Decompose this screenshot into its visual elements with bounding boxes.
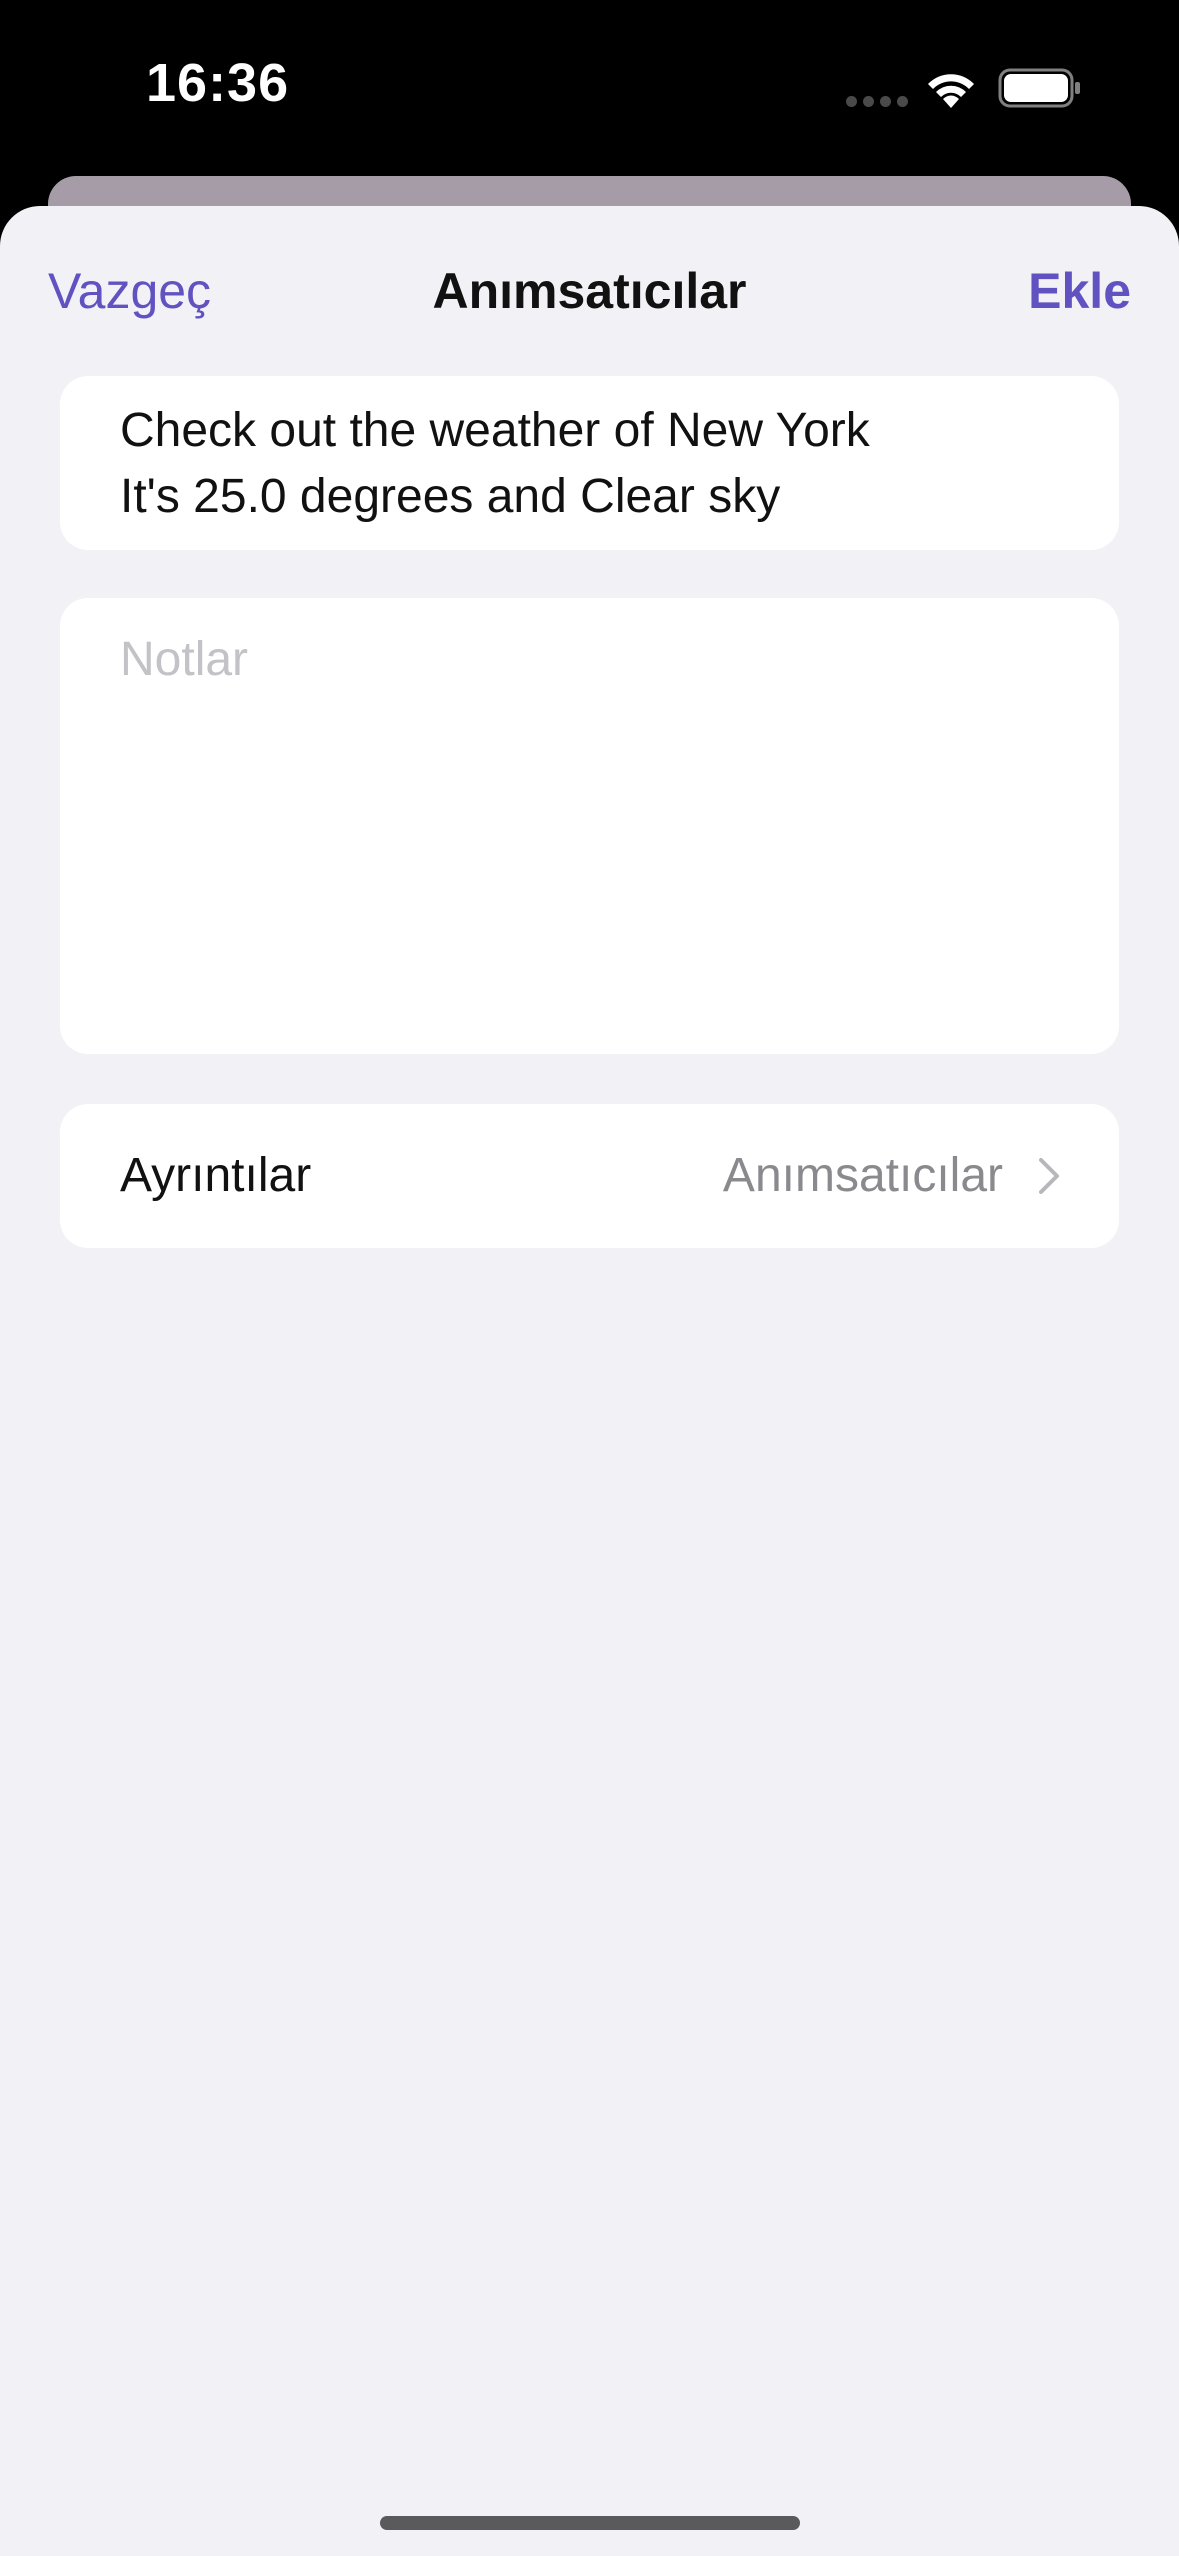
chevron-right-icon (1039, 1158, 1059, 1194)
notes-input[interactable] (120, 632, 1060, 687)
home-indicator[interactable] (380, 2516, 800, 2530)
reminder-title-text[interactable]: Check out the weather of New York It's 2… (120, 398, 1079, 530)
details-label: Ayrıntılar (120, 1149, 312, 1202)
details-row[interactable]: Ayrıntılar Anımsatıcılar (60, 1104, 1119, 1248)
add-button[interactable]: Ekle (1028, 262, 1131, 320)
battery-icon (998, 68, 1080, 108)
add-reminder-sheet: Vazgeç Anımsatıcılar Ekle Check out the … (0, 206, 1179, 2556)
cancel-button[interactable]: Vazgeç (48, 262, 211, 320)
cellular-dots-icon (846, 96, 908, 107)
status-time: 16:36 (146, 53, 290, 113)
notes-field[interactable] (60, 598, 1119, 1054)
wifi-icon (928, 74, 974, 108)
screen: 16:36 Vazgeç Anımsatıcılar Ekle Check ou… (0, 0, 1179, 2556)
details-list-value: Anımsatıcılar (722, 1149, 1003, 1202)
status-bar: 16:36 (0, 0, 1179, 170)
nav-bar: Vazgeç Anımsatıcılar Ekle (0, 206, 1179, 376)
reminder-title-field[interactable]: Check out the weather of New York It's 2… (60, 376, 1119, 550)
